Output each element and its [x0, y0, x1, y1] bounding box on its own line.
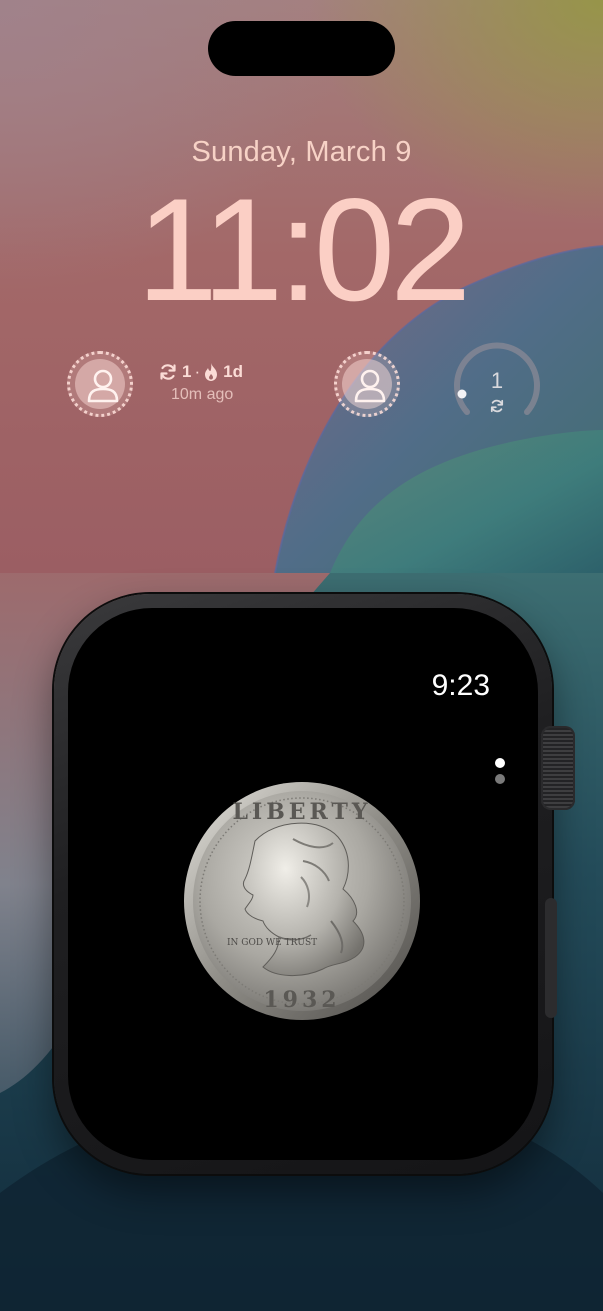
- side-button[interactable]: [545, 898, 557, 1018]
- contact-widget-left[interactable]: [67, 351, 133, 417]
- contact-widget-right[interactable]: [334, 351, 400, 417]
- lock-screen-preview: Sunday, March 9 11:02 1 · 1d 10m ago 1: [0, 0, 603, 573]
- coin-legend: LIBERTY: [232, 799, 371, 825]
- refresh-icon: [490, 399, 504, 413]
- person-icon: [354, 369, 386, 403]
- flame-icon: [205, 363, 218, 381]
- streak-count: 1: [182, 362, 192, 381]
- coin-year: 1932: [263, 987, 340, 1013]
- separator: ·: [194, 362, 201, 381]
- digital-crown[interactable]: [541, 726, 575, 810]
- refresh-icon: [160, 364, 176, 380]
- page-indicator-dot-active: [495, 758, 505, 768]
- person-icon: [87, 369, 119, 403]
- lock-date: Sunday, March 9: [191, 136, 412, 168]
- streak-widget[interactable]: 1 · 1d 10m ago: [158, 362, 268, 404]
- lock-time: 11:02: [136, 168, 472, 331]
- coin-motto: IN GOD WE TRUST: [227, 938, 317, 948]
- gauge-value: 1: [490, 368, 504, 393]
- fire-days: 1d: [223, 362, 243, 381]
- coin-image: LIBERTY IN GOD WE TRUST 1932: [184, 782, 420, 1020]
- last-updated: 10m ago: [171, 386, 234, 403]
- watch-time: 9:23: [431, 669, 490, 702]
- gauge-widget[interactable]: 1: [452, 340, 542, 420]
- page-indicator-dot: [495, 774, 505, 784]
- dynamic-island: [208, 21, 395, 76]
